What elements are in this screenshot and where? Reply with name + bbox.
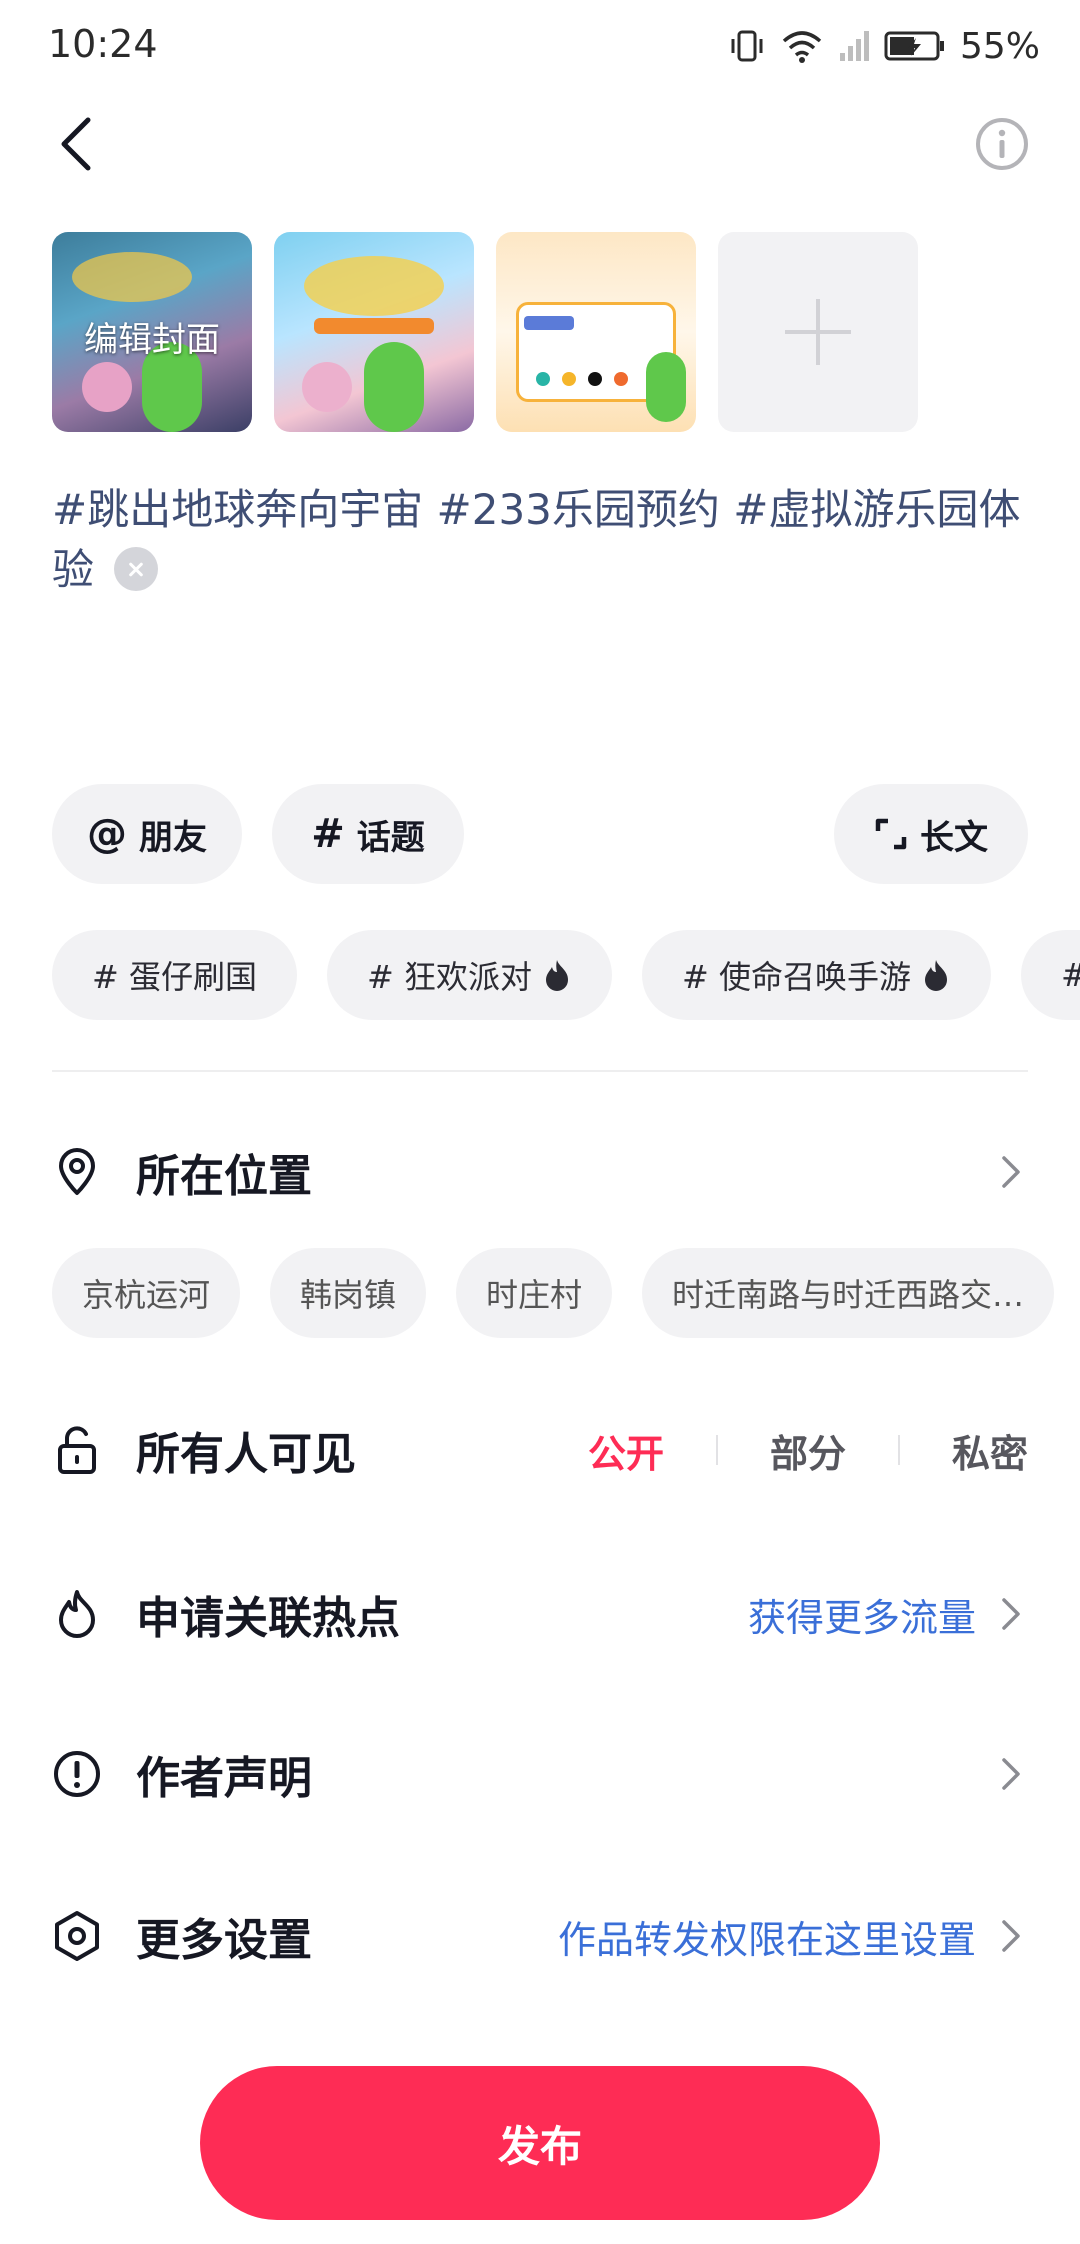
topic-chip-label: # 蛋仔刷国 — [92, 958, 257, 996]
media-thumbnail[interactable] — [496, 232, 696, 432]
longform-button[interactable]: 长文 — [834, 784, 1028, 884]
topic-label: 话题 — [356, 817, 425, 858]
topic-chip-label: # 狂欢派对 — [367, 958, 532, 996]
cover-thumbnail[interactable]: 编辑封面 — [52, 232, 252, 432]
status-icons: 55% — [728, 22, 1040, 70]
flame-icon — [546, 960, 568, 991]
longform-label: 长文 — [920, 817, 988, 858]
topic-chip[interactable]: # 狂欢派对 — [327, 930, 612, 1020]
topic-chip[interactable]: # 使命召唤手游 — [642, 930, 991, 1020]
thumbnail-art — [536, 372, 550, 386]
chevron-right-icon — [994, 1919, 1028, 1953]
media-strip: 编辑封面 — [52, 232, 918, 432]
location-suggestions: 京杭运河 韩岗镇 时庄村 时迁南路与时迁西路交… — [52, 1248, 1055, 1338]
battery-icon — [884, 31, 944, 61]
author-statement-label: 作者声明 — [136, 1753, 312, 1804]
flame-outline-icon — [52, 1589, 102, 1639]
thumbnail-art — [314, 318, 434, 334]
visibility-partial-option[interactable]: 部分 — [770, 1423, 846, 1478]
thumbnail-art — [304, 256, 444, 316]
divider — [52, 1070, 1028, 1072]
hotspot-label: 申请关联热点 — [136, 1593, 400, 1644]
media-thumbnail[interactable] — [274, 232, 474, 432]
settings-right: 作品转发权限在这里设置 — [558, 1909, 1028, 1964]
topic-chip-label: # 使命召唤手游 — [682, 958, 911, 996]
expand-icon — [875, 818, 907, 850]
visibility-options: 公开 部分 私密 — [588, 1423, 1028, 1478]
wifi-icon — [782, 31, 822, 63]
publish-button[interactable]: 发布 — [200, 2066, 880, 2220]
topic-suggestions: # 蛋仔刷国 # 狂欢派对 # 使命召唤手游 # — [52, 930, 1080, 1020]
thumbnail-art — [364, 342, 424, 432]
more-settings-row[interactable]: 更多设置 作品转发权限在这里设置 — [52, 1896, 1028, 1976]
location-chip[interactable]: 韩岗镇 — [270, 1248, 427, 1338]
topic-chip[interactable]: # — [1021, 930, 1080, 1020]
mention-label: 朋友 — [139, 817, 207, 858]
status-time: 10:24 — [48, 22, 158, 66]
status-bar: 10:24 55% — [0, 0, 1080, 96]
mention-friend-button[interactable]: @ 朋友 — [52, 784, 242, 884]
location-chip[interactable]: 京杭运河 — [52, 1248, 241, 1338]
thumbnail-art — [302, 362, 352, 412]
topic-chip-label: # — [1061, 956, 1080, 994]
visibility-private-option[interactable]: 私密 — [952, 1423, 1028, 1478]
exclamation-circle-icon — [52, 1749, 102, 1799]
author-right — [994, 1757, 1028, 1791]
chevron-right-icon — [994, 1155, 1028, 1189]
location-chip[interactable]: 时庄村 — [456, 1248, 613, 1338]
info-icon — [976, 118, 1028, 170]
vibrate-icon — [731, 30, 763, 62]
settings-hexagon-icon — [52, 1911, 102, 1961]
location-chip[interactable]: 时迁南路与时迁西路交… — [642, 1248, 1055, 1338]
visibility-row: 所有人可见 公开 部分 私密 — [52, 1410, 1028, 1490]
visibility-public-option[interactable]: 公开 — [588, 1423, 664, 1478]
thumbnail-art — [646, 352, 686, 422]
topic-chip[interactable]: # 蛋仔刷国 — [52, 930, 297, 1020]
chevron-right-icon — [994, 1757, 1028, 1791]
add-media-button[interactable] — [718, 232, 918, 432]
info-button[interactable] — [974, 116, 1030, 172]
flame-icon — [925, 960, 947, 991]
settings-link[interactable]: 作品转发权限在这里设置 — [558, 1909, 976, 1964]
hotspot-link[interactable]: 获得更多流量 — [748, 1587, 976, 1642]
hotspot-row[interactable]: 申请关联热点 获得更多流量 — [52, 1574, 1028, 1654]
location-right — [994, 1155, 1028, 1189]
location-row[interactable]: 所在位置 — [52, 1132, 1028, 1212]
visibility-separator — [897, 1435, 900, 1465]
clear-caption-button[interactable] — [114, 546, 159, 591]
location-pin-icon — [52, 1147, 102, 1197]
edit-cover-label: 编辑封面 — [84, 320, 220, 360]
visibility-label: 所有人可见 — [136, 1429, 356, 1480]
hotspot-right: 获得更多流量 — [748, 1587, 1028, 1642]
chevron-left-icon — [61, 117, 91, 171]
thumbnail-art — [82, 362, 132, 412]
add-topic-button[interactable]: # 话题 — [272, 784, 464, 884]
location-label: 所在位置 — [136, 1151, 312, 1202]
battery-level: 55% — [959, 25, 1040, 67]
thumbnail-art — [614, 372, 628, 386]
thumbnail-art — [72, 252, 192, 302]
at-icon: @ — [87, 811, 127, 857]
lock-open-icon — [52, 1425, 102, 1475]
caption-input[interactable]: #跳出地球奔向宇宙 #233乐园预约 #虚拟游乐园体验 — [52, 480, 1032, 600]
plus-icon — [785, 299, 851, 365]
back-button[interactable] — [48, 112, 104, 176]
visibility-separator — [715, 1435, 718, 1465]
more-settings-label: 更多设置 — [136, 1915, 312, 1966]
author-statement-row[interactable]: 作者声明 — [52, 1734, 1028, 1814]
thumbnail-art — [562, 372, 576, 386]
signal-icon — [839, 31, 869, 61]
thumbnail-art — [588, 372, 602, 386]
hashtag-icon: # — [311, 811, 345, 857]
caption-text: #跳出地球奔向宇宙 #233乐园预约 #虚拟游乐园体验 — [52, 485, 1021, 594]
chevron-right-icon — [994, 1597, 1028, 1631]
thumbnail-art — [524, 316, 574, 330]
